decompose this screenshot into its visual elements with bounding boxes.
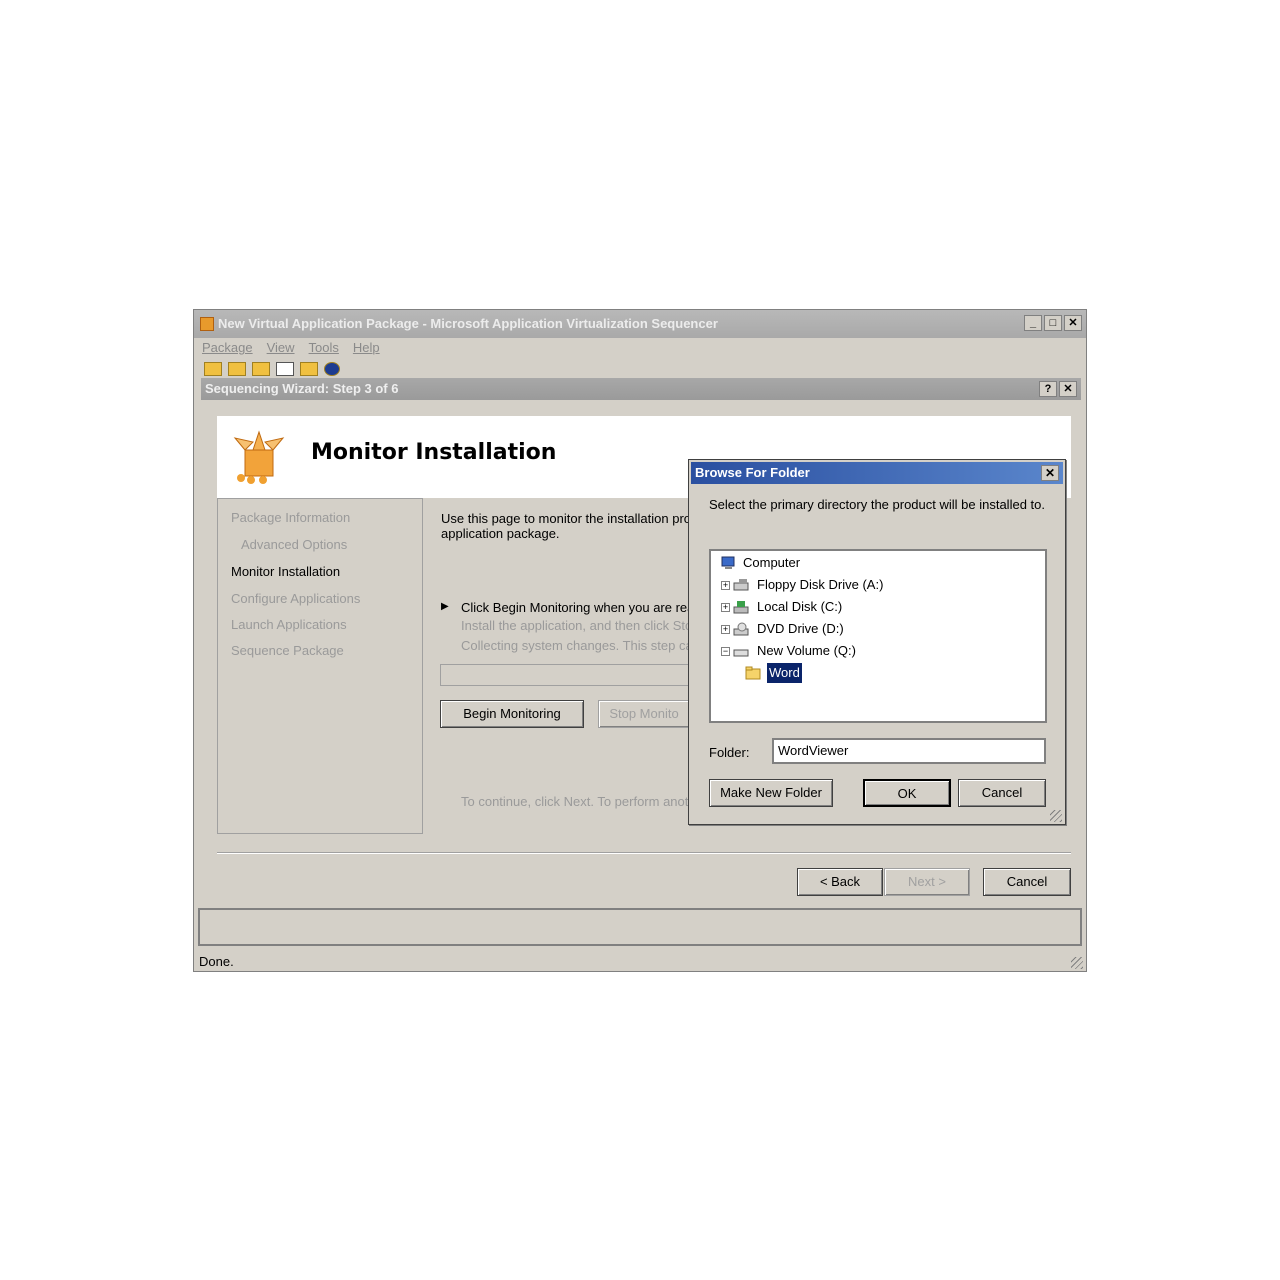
step-sequence-package: Sequence Package: [231, 643, 344, 658]
intro-line-2: application package.: [441, 526, 560, 541]
status-bar-text: Done.: [199, 954, 234, 969]
package-box-icon: [233, 430, 285, 484]
app-icon: [200, 317, 214, 331]
floppy-drive-icon: [733, 579, 749, 591]
steps-panel: Package Information Advanced Options Mon…: [217, 498, 423, 834]
begin-monitoring-button[interactable]: Begin Monitoring: [440, 700, 584, 728]
save-icon[interactable]: [276, 362, 294, 376]
close-button[interactable]: ✕: [1064, 315, 1082, 331]
wizard-titlebar[interactable]: Sequencing Wizard: Step 3 of 6 ? ✕: [201, 378, 1081, 400]
menu-help[interactable]: Help: [353, 340, 380, 355]
folder-icon: [745, 666, 761, 680]
collapse-volume-icon[interactable]: −: [721, 647, 730, 656]
open-folder-icon[interactable]: [252, 362, 270, 376]
new-package-icon[interactable]: [204, 362, 222, 376]
browse-for-folder-dialog: Browse For Folder ✕ Select the primary d…: [688, 459, 1066, 825]
next-button[interactable]: Next >: [884, 868, 970, 896]
folder-label: Folder:: [709, 745, 750, 760]
tree-label: Computer: [743, 555, 801, 570]
intro-text: Use this page to monitor the installatio…: [441, 511, 691, 541]
wizard-title: Sequencing Wizard: Step 3 of 6: [205, 381, 399, 396]
step-advanced-options: Advanced Options: [241, 537, 348, 552]
continue-text: To continue, click Next. To perform anot…: [461, 794, 691, 809]
page-title: Monitor Installation: [311, 440, 557, 465]
menu-bar: Package View Tools Help: [202, 340, 380, 355]
intro-line-1: Use this page to monitor the installatio…: [441, 511, 691, 526]
main-window-title: New Virtual Application Package - Micros…: [218, 316, 718, 331]
tree-label: Local Disk (C:): [757, 599, 843, 614]
dialog-close-button[interactable]: ✕: [1041, 465, 1059, 481]
instruction-sub-1: Install the application, and then click …: [461, 618, 691, 633]
maximize-button[interactable]: □: [1044, 315, 1062, 331]
main-titlebar[interactable]: New Virtual Application Package - Micros…: [194, 310, 1086, 338]
local-disk-icon: [733, 601, 749, 614]
folder-tree[interactable]: Computer + Floppy Disk Drive (A:) + Loca…: [709, 549, 1047, 723]
help-icon[interactable]: [324, 362, 340, 376]
tree-label: New Volume (Q:): [757, 643, 856, 658]
stop-monitoring-button[interactable]: Stop Monito: [598, 700, 690, 728]
step-monitor-installation: Monitor Installation: [231, 564, 341, 579]
instruction-main: Click Begin Monitoring when you are reac: [461, 600, 691, 615]
toolbar: [204, 362, 340, 378]
dvd-drive-icon: [733, 622, 749, 636]
step-launch-applications: Launch Applications: [231, 617, 347, 632]
instruction-sub-2: Collecting system changes. This step can: [461, 638, 691, 653]
output-area: [198, 908, 1082, 946]
dialog-titlebar[interactable]: Browse For Folder ✕: [691, 462, 1063, 484]
menu-view[interactable]: View: [267, 340, 295, 355]
step-package-information: Package Information: [231, 510, 351, 525]
dialog-cancel-button[interactable]: Cancel: [958, 779, 1046, 807]
wizard-close-button[interactable]: ✕: [1059, 381, 1077, 397]
tree-label: Floppy Disk Drive (A:): [757, 577, 884, 592]
step-configure-applications: Configure Applications: [231, 591, 361, 606]
minimize-button[interactable]: _: [1024, 315, 1042, 331]
back-button[interactable]: < Back: [797, 868, 883, 896]
expand-dvd-icon[interactable]: +: [721, 625, 730, 634]
wizard-cancel-button[interactable]: Cancel: [983, 868, 1071, 896]
wizard-separator: [217, 852, 1071, 854]
dialog-prompt: Select the primary directory the product…: [709, 497, 1045, 512]
menu-tools[interactable]: Tools: [309, 340, 339, 355]
expand-local-disk-icon[interactable]: +: [721, 603, 730, 612]
volume-drive-icon: [733, 649, 749, 657]
tree-label: DVD Drive (D:): [757, 621, 844, 636]
package-wizard-icon[interactable]: [300, 362, 318, 376]
dialog-resize-grip-icon[interactable]: [1050, 810, 1062, 822]
open-package-icon[interactable]: [228, 362, 246, 376]
folder-input[interactable]: WordViewer: [772, 738, 1046, 764]
monitoring-progress-bar: [440, 664, 700, 686]
resize-grip-icon[interactable]: [1071, 957, 1083, 969]
menu-package[interactable]: Package: [202, 340, 253, 355]
make-new-folder-button[interactable]: Make New Folder: [709, 779, 833, 807]
dialog-title: Browse For Folder: [695, 465, 810, 480]
wizard-help-button[interactable]: ?: [1039, 381, 1057, 397]
expand-floppy-icon[interactable]: +: [721, 581, 730, 590]
bullet-arrow-icon: ▶: [441, 601, 449, 612]
ok-button[interactable]: OK: [863, 779, 951, 807]
computer-icon: [721, 556, 735, 569]
tree-label-selected: Word: [766, 662, 803, 684]
